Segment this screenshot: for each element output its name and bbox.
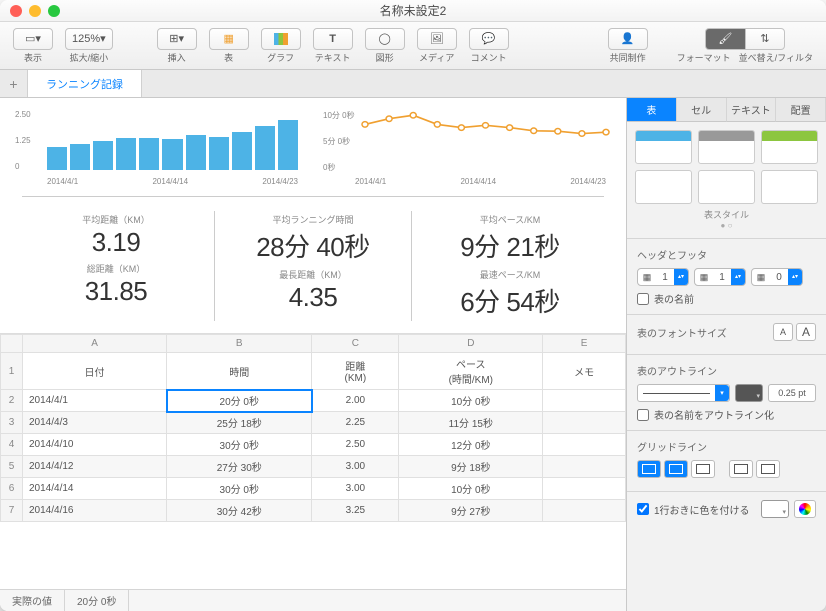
tab-arrange[interactable]: 配置 [776,98,826,122]
chart-button[interactable] [261,28,301,50]
col-header[interactable]: E [543,335,626,353]
tab-cell[interactable]: セル [677,98,727,122]
canvas[interactable]: 2.50 1.25 0 2014/4/1 2014/4/14 2014/4/23… [0,98,626,611]
media-button[interactable]: 🖼 [417,28,457,50]
gridline-button[interactable] [756,460,780,478]
col-header[interactable]: A [23,335,167,353]
comment-button[interactable]: 💬 [469,28,509,50]
app-window: 名称未設定2 ▭▾ 表示 125%▾ 拡大/縮小 ⊞▾ 挿入 ▦ 表 グラフ T… [0,0,826,611]
sheet-tab[interactable]: ランニング記録 [28,70,142,97]
sort-button[interactable]: ⇅ [745,28,785,50]
view-button[interactable]: ▭▾ [13,28,53,50]
col-header[interactable]: B [167,335,312,353]
style-thumb[interactable] [761,130,818,164]
col-header[interactable]: D [399,335,543,353]
collab-button[interactable]: 👤 [608,28,648,50]
bar-chart[interactable]: 2.50 1.25 0 2014/4/1 2014/4/14 2014/4/23 [15,108,303,188]
table-icon: ▦ [223,32,233,45]
toolbar: ▭▾ 表示 125%▾ 拡大/縮小 ⊞▾ 挿入 ▦ 表 グラフ T テキスト ◯… [0,22,826,70]
window-title: 名称未設定2 [0,2,826,19]
shape-button[interactable]: ◯ [365,28,405,50]
style-thumb[interactable] [635,130,692,164]
gridline-button[interactable] [729,460,753,478]
sheet-tabs: + ランニング記録 [0,70,826,98]
text-button[interactable]: T [313,28,353,50]
outline-color-button[interactable]: ▾ [735,384,763,402]
tab-text[interactable]: テキスト [727,98,777,122]
style-thumb[interactable] [698,170,755,204]
alt-row-checkbox[interactable]: 1行おきに色を付ける [637,502,750,517]
gridline-button[interactable] [691,460,715,478]
table-button[interactable]: ▦ [209,28,249,50]
style-thumb[interactable] [698,130,755,164]
inspector-panel: 表 セル テキスト 配置 表スタイル ● ○ ヘッダとフッタ [626,98,826,611]
col-header[interactable]: C [312,335,399,353]
stats-panel: 平均距離（KM） 3.19 総距離（KM） 31.85 平均ランニング時間 28… [0,205,626,333]
font-larger-button[interactable]: A [796,323,816,341]
header-rows-stepper[interactable]: ▦1▴▾ [637,268,689,286]
gridline-button[interactable] [637,460,661,478]
alt-row-color-button[interactable]: ▾ [761,500,789,518]
insert-button[interactable]: ⊞▾ [157,28,197,50]
outline-width-stepper[interactable]: 0.25 pt [768,384,816,402]
style-thumb[interactable] [635,170,692,204]
footer-rows-stepper[interactable]: ▦0▴▾ [751,268,803,286]
style-thumb[interactable] [761,170,818,204]
chart-icon [274,33,288,45]
line-chart[interactable]: 10分 0秒 5分 0秒 0秒 2014/4/1 2014/4/14 2014/… [323,108,611,188]
zoom-select[interactable]: 125%▾ [65,28,113,50]
titlebar: 名称未設定2 [0,0,826,22]
outline-name-checkbox[interactable]: 表の名前をアウトライン化 [637,407,816,422]
font-smaller-button[interactable]: A [773,323,793,341]
tab-table[interactable]: 表 [627,98,677,122]
add-sheet-button[interactable]: + [0,70,28,97]
table-name-checkbox[interactable]: 表の名前 [637,291,816,306]
color-picker-button[interactable] [794,500,816,518]
footer-bar: 実際の値 20分 0秒 [0,589,626,611]
spreadsheet[interactable]: ABCDE1日付時間距離 (KM)ペース (時間/KM)メモ22014/4/12… [0,333,626,589]
format-button[interactable]: 🖌 [705,28,745,50]
gridline-button[interactable] [664,460,688,478]
header-cols-stepper[interactable]: ▦1▴▾ [694,268,746,286]
outline-style-select[interactable]: ▾ [637,384,730,402]
